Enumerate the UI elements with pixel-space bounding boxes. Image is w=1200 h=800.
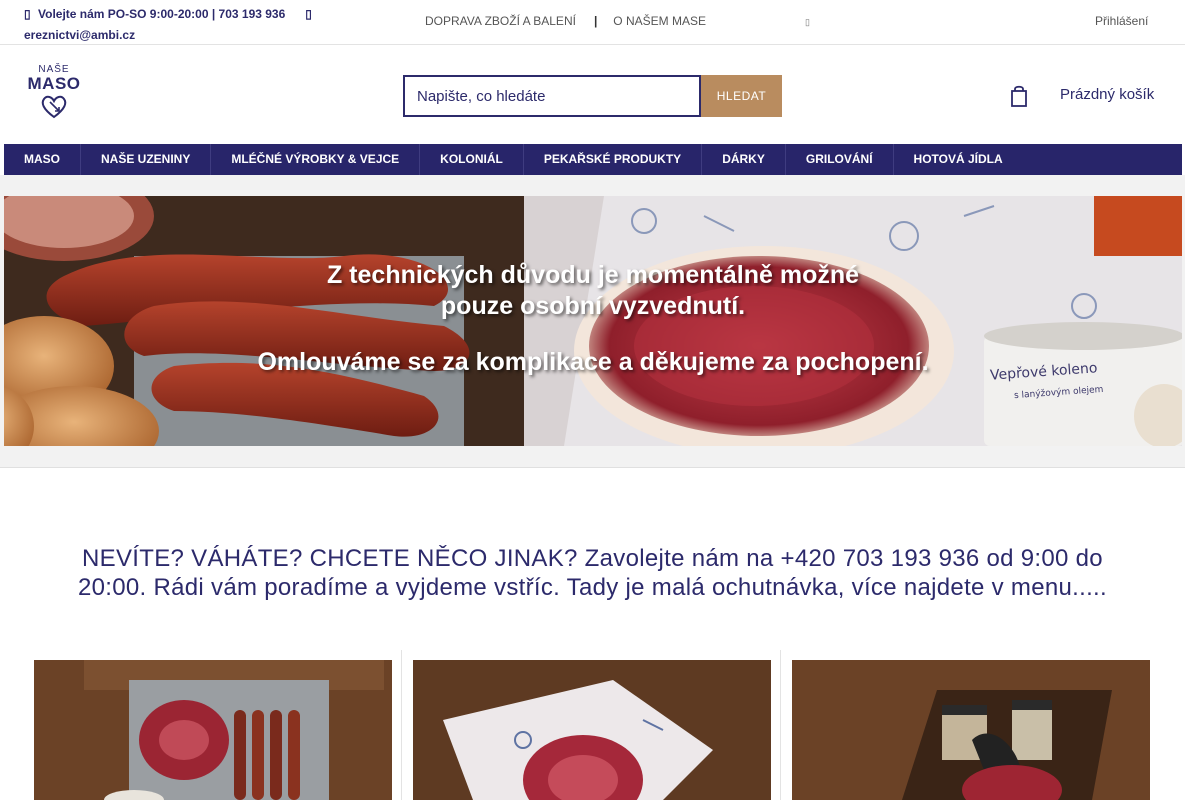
links-separator: |	[593, 14, 598, 28]
link-about-meat[interactable]: O NAŠEM MASE	[613, 14, 706, 28]
nav-item-grilovani[interactable]: GRILOVÁNÍ	[786, 144, 894, 175]
product-image-graphic	[792, 660, 1150, 800]
mail-icon: ▯	[305, 7, 312, 21]
nav-item-nase-uzeniny[interactable]: NAŠE UZENINY	[81, 144, 212, 175]
nav-item-pekarske-produkty[interactable]: PEKAŘSKÉ PRODUKTY	[524, 144, 703, 175]
banner-line1: Z technických důvodu je momentálně možné	[326, 261, 860, 289]
cart-icon	[1011, 85, 1027, 107]
product-card[interactable]	[782, 650, 1160, 800]
product-card[interactable]	[24, 650, 402, 800]
phone-line[interactable]: Volejte nám PO-SO 9:00-20:00 | 703 193 9…	[38, 7, 285, 21]
banner-message: Z technických důvodu je momentálně možné…	[4, 260, 1182, 322]
dropdown-icon[interactable]: ▯	[805, 17, 810, 28]
search-form: HLEDAT	[403, 75, 782, 117]
email-link[interactable]: ereznictvi@ambi.cz	[24, 28, 135, 42]
nav-item-darky[interactable]: DÁRKY	[702, 144, 786, 175]
link-shipping[interactable]: DOPRAVA ZBOŽÍ A BALENÍ	[425, 14, 576, 28]
nav-item-mlecne-vyrobky[interactable]: MLÉČNÉ VÝROBKY & VEJCE	[211, 144, 421, 175]
banner-line2: pouze osobní vyzvednutí.	[440, 292, 746, 320]
nav-item-kolonial[interactable]: KOLONIÁL	[420, 144, 524, 175]
search-input[interactable]	[403, 75, 701, 117]
banner-section: Z technických důvodu je momentálně možné…	[0, 175, 1185, 468]
contact-info: ▯ Volejte nám PO-SO 9:00-20:00 | 703 193 …	[24, 4, 344, 46]
cart-label: Prázdný košík	[1060, 86, 1155, 103]
top-links: DOPRAVA ZBOŽÍ A BALENÍ | O NAŠEM MASE	[425, 14, 706, 28]
site-logo[interactable]: NAŠE MASO	[24, 64, 84, 124]
promo-text: NEVÍTE? VÁHÁTE? CHCETE NĚCO JINAK? Zavol…	[78, 545, 1107, 601]
main-nav: MASO NAŠE UZENINY MLÉČNÉ VÝROBKY & VEJCE…	[4, 144, 1182, 175]
search-button[interactable]: HLEDAT	[701, 75, 782, 117]
product-image[interactable]	[792, 660, 1150, 800]
product-image-graphic	[34, 660, 392, 800]
product-image[interactable]	[413, 660, 771, 800]
product-card[interactable]	[403, 650, 781, 800]
nav-item-hotova-jidla[interactable]: HOTOVÁ JÍDLA	[894, 144, 1023, 175]
phone-icon: ▯	[24, 7, 31, 21]
nav-item-maso[interactable]: MASO	[4, 144, 81, 175]
heart-icon	[41, 95, 67, 119]
login-link[interactable]: Přihlášení	[1095, 14, 1148, 28]
product-grid	[24, 650, 1164, 800]
product-image[interactable]	[34, 660, 392, 800]
top-bar: ▯ Volejte nám PO-SO 9:00-20:00 | 703 193 …	[0, 0, 1185, 45]
logo-line2: MASO	[27, 74, 81, 93]
product-image-graphic	[413, 660, 771, 800]
hero-banner[interactable]: Z technických důvodu je momentálně možné…	[4, 196, 1182, 446]
